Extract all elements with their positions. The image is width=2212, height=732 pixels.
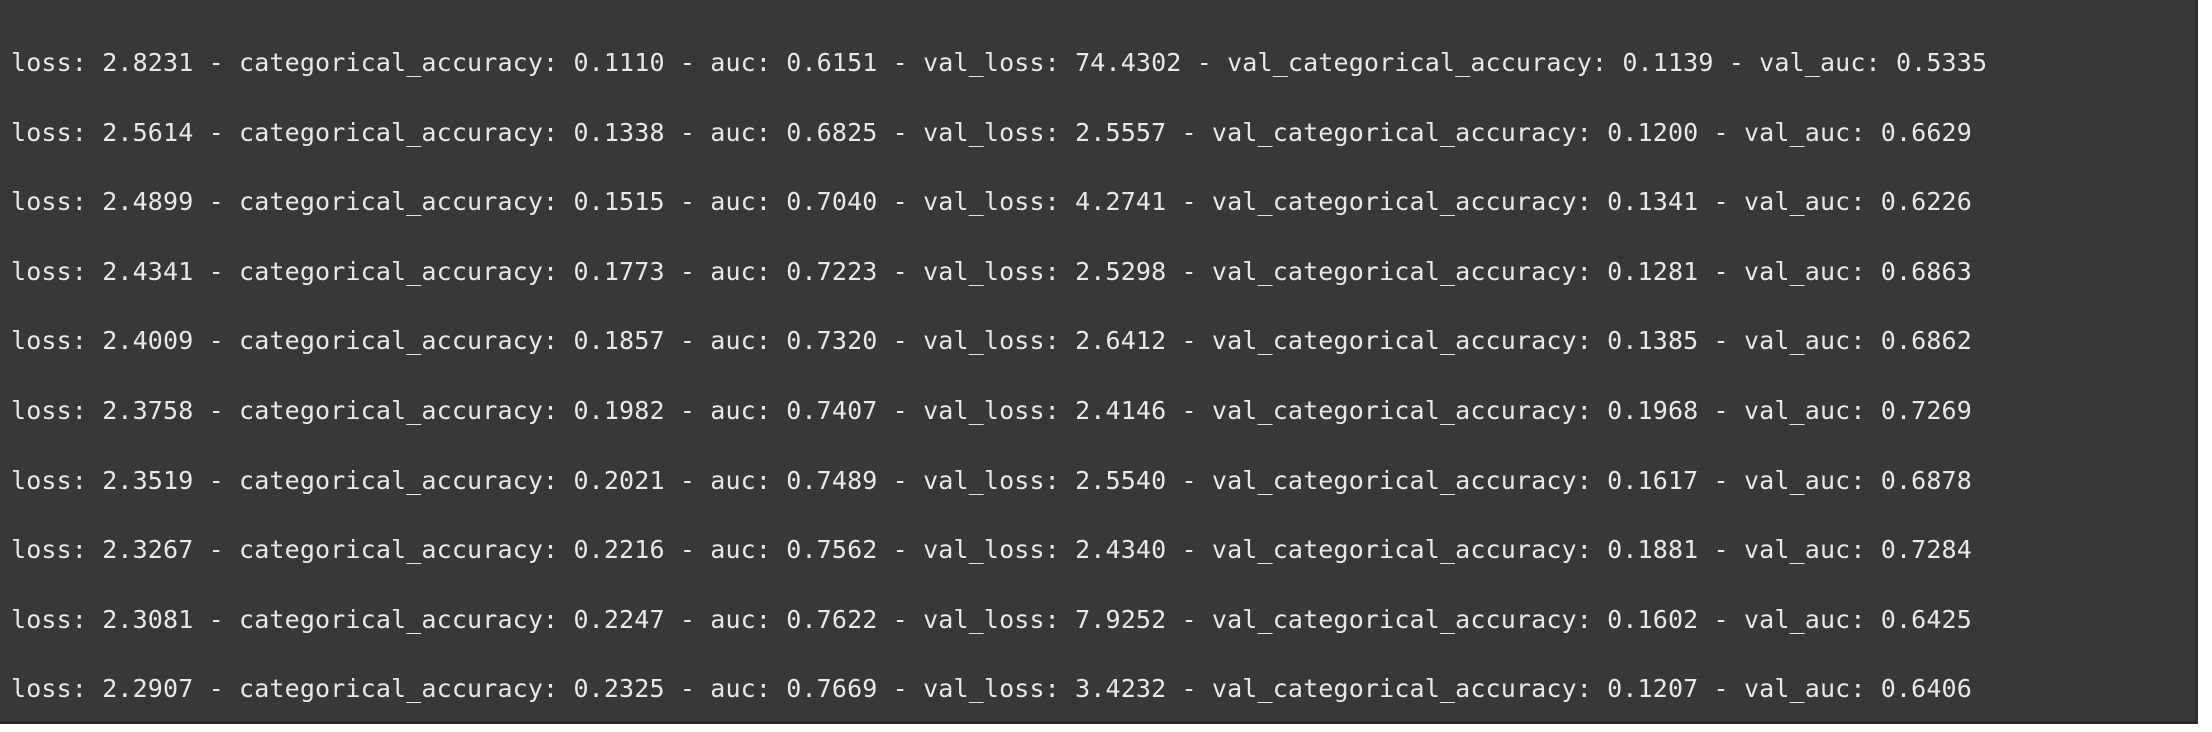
log-line-epoch-9: loss: 2.3081 - categorical_accuracy: 0.2…: [11, 604, 1972, 634]
log-lines: loss: 2.8231 - categorical_accuracy: 0.1…: [11, 46, 1988, 721]
log-line-epoch-3: loss: 2.4899 - categorical_accuracy: 0.1…: [11, 187, 1972, 217]
log-line-epoch-5: loss: 2.4009 - categorical_accuracy: 0.1…: [11, 326, 1972, 356]
log-line-epoch-4: loss: 2.4341 - categorical_accuracy: 0.1…: [11, 256, 1972, 286]
log-line-epoch-10: loss: 2.2907 - categorical_accuracy: 0.2…: [11, 674, 1972, 704]
log-line-epoch-6: loss: 2.3758 - categorical_accuracy: 0.1…: [11, 395, 1972, 425]
log-line-epoch-7: loss: 2.3519 - categorical_accuracy: 0.2…: [11, 465, 1972, 495]
log-line-epoch-2: loss: 2.5614 - categorical_accuracy: 0.1…: [11, 117, 1972, 147]
training-log-output: loss: 2.8231 - categorical_accuracy: 0.1…: [0, 0, 2198, 724]
log-line-epoch-8: loss: 2.3267 - categorical_accuracy: 0.2…: [11, 535, 1972, 565]
log-line-epoch-1: loss: 2.8231 - categorical_accuracy: 0.1…: [11, 48, 1988, 77]
